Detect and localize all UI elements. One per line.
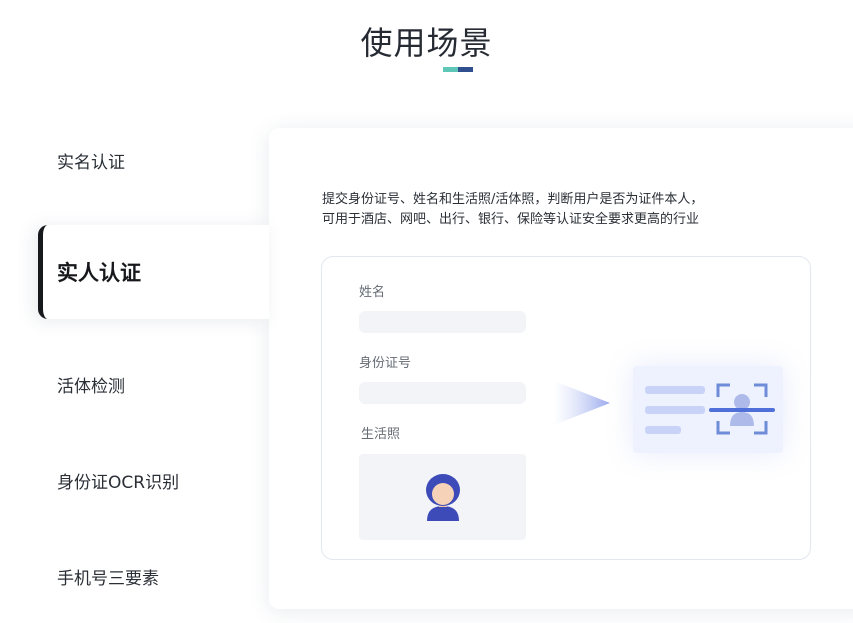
photo-label: 生活照 <box>361 427 401 442</box>
tab-real-person-auth[interactable]: 实人认证 <box>38 225 269 319</box>
face-scan-card <box>633 366 783 453</box>
photo-box <box>359 454 526 540</box>
underline-navy <box>458 67 473 72</box>
tab-real-name-auth[interactable]: 实名认证 <box>38 113 269 207</box>
tab-label: 活体检测 <box>57 376 125 397</box>
name-label: 姓名 <box>359 285 386 300</box>
tab-liveness-detection[interactable]: 活体检测 <box>38 337 269 431</box>
title-underline <box>443 67 473 72</box>
underline-teal <box>443 67 458 72</box>
avatar-icon <box>426 474 460 521</box>
tab-label: 实名认证 <box>57 152 125 173</box>
page-title: 使用场景 <box>360 24 493 62</box>
scenario-description: 提交身份证号、姓名和生活照/活体照，判断用户是否为证件本人， 可用于酒店、网吧、… <box>322 190 703 230</box>
description-line-1: 提交身份证号、姓名和生活照/活体照，判断用户是否为证件本人， <box>322 192 704 207</box>
illustration-card: 姓名 身份证号 生活照 <box>321 256 811 560</box>
tab-phone-three-factors[interactable]: 手机号三要素 <box>38 529 269 623</box>
arrow-right-icon <box>554 381 610 425</box>
face-scan-icon <box>709 383 775 435</box>
name-field <box>359 311 526 333</box>
info-line-3 <box>645 426 681 434</box>
description-line-2: 可用于酒店、网吧、出行、银行、保险等认证安全要求更高的行业 <box>322 212 700 227</box>
scenario-panel: 提交身份证号、姓名和生活照/活体照，判断用户是否为证件本人， 可用于酒店、网吧、… <box>269 128 853 609</box>
tab-label: 手机号三要素 <box>57 568 159 589</box>
info-line-2 <box>645 406 705 414</box>
info-line-1 <box>645 386 705 394</box>
tab-id-card-ocr[interactable]: 身份证OCR识别 <box>38 433 269 527</box>
tab-label: 实人认证 <box>57 261 141 285</box>
tab-label: 身份证OCR识别 <box>57 472 180 493</box>
id-number-field <box>359 382 526 404</box>
id-number-label: 身份证号 <box>359 356 412 371</box>
